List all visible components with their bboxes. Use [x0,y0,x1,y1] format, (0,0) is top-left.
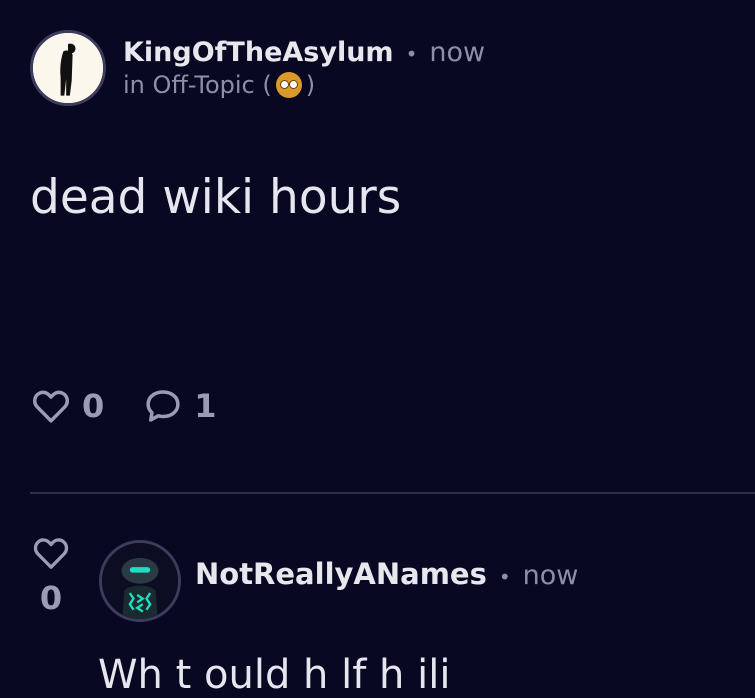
post-time: now [429,36,486,68]
post-header: KingOfTheAsylum • now in Off-Topic ( ) [30,30,485,106]
category-label: in Off-Topic ( [123,71,272,100]
like-count: 0 [82,387,105,425]
reply-like-count: 0 [39,579,63,617]
shocked-face-emoji-icon [275,72,302,99]
like-button[interactable]: 0 [30,385,104,427]
avatar-robot-image [102,543,178,619]
reply-meta: NotReallyANames • now [195,557,578,591]
heart-icon [33,538,69,569]
separator-dot: • [405,41,418,66]
post-body-text: dead wiki hours [30,170,402,225]
post-actions: 0 1 [30,385,255,427]
comment-button[interactable]: 1 [142,385,217,427]
reply-body-text: Wh t ould h lf h ili [98,652,451,698]
separator-dot: • [498,565,511,589]
reply-time: now [522,560,579,591]
author-username[interactable]: KingOfTheAsylum [123,37,394,69]
reply-author-username[interactable]: NotReallyANames [195,557,487,591]
post-meta: KingOfTheAsylum • now in Off-Topic ( ) [123,37,485,99]
reply-author-avatar[interactable] [99,540,181,622]
comment-bubble-icon [146,390,180,422]
reply-like-button[interactable]: 0 [30,533,72,617]
divider [30,492,755,494]
category-close-paren: ) [305,71,316,100]
comment-count: 1 [194,387,217,425]
avatar-figure-image [33,33,103,103]
post-category[interactable]: in Off-Topic ( ) [123,71,485,99]
author-avatar[interactable] [30,30,106,106]
heart-icon [32,390,70,423]
